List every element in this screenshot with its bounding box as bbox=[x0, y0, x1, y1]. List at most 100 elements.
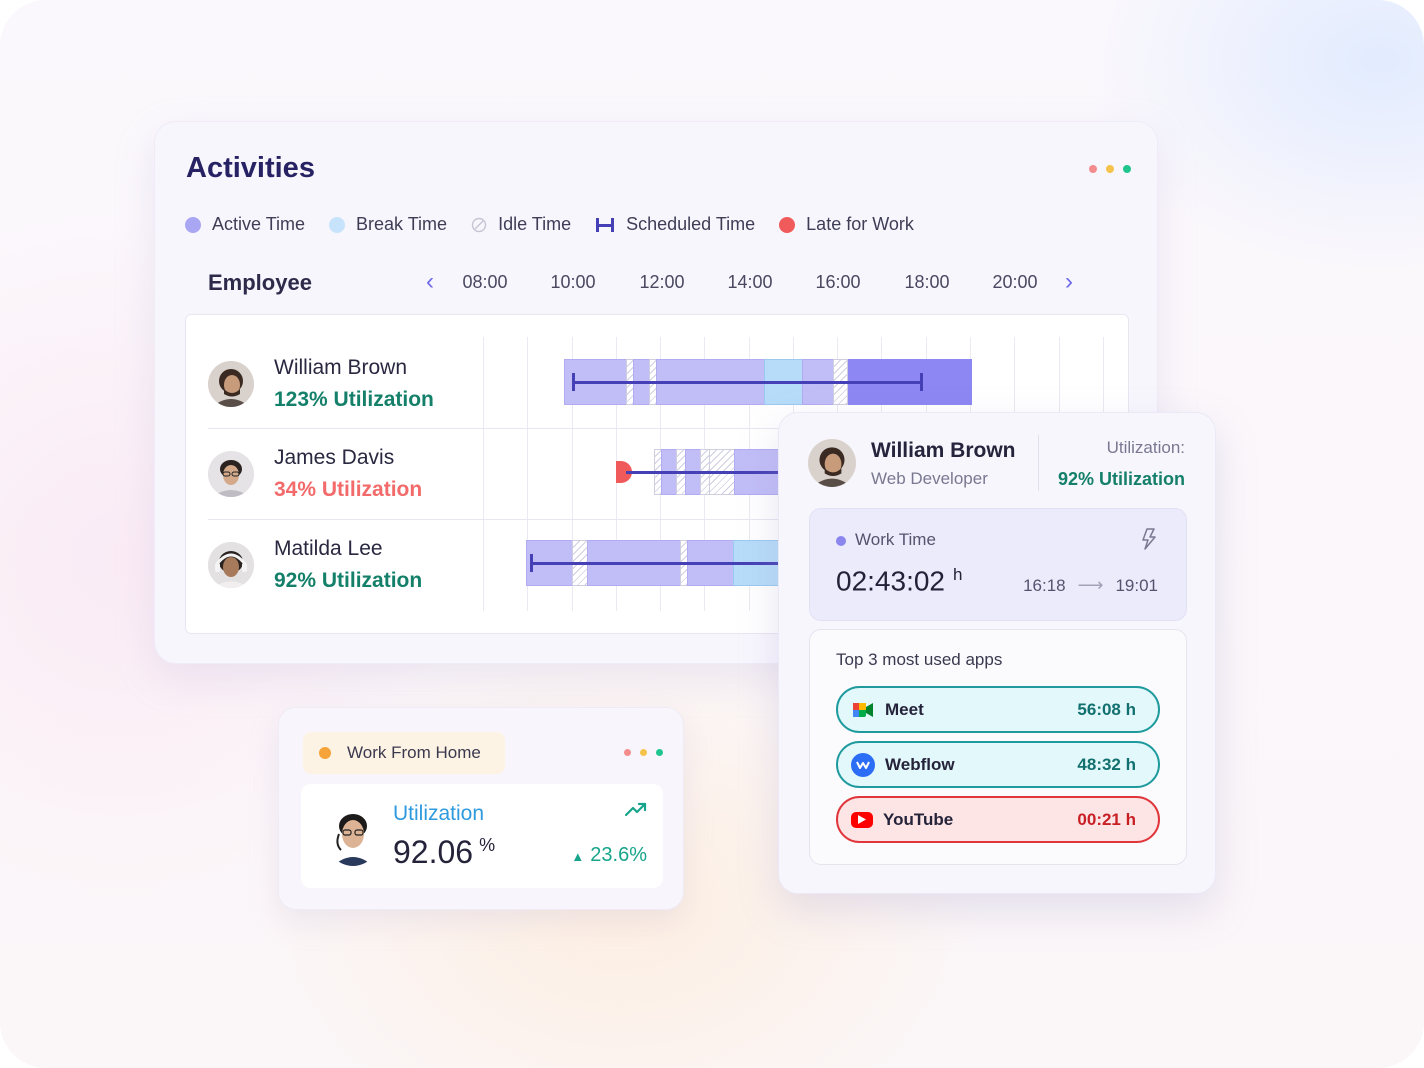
avatar bbox=[208, 542, 254, 588]
avatar bbox=[808, 439, 856, 487]
range-end: 19:01 bbox=[1115, 575, 1158, 595]
chevron-left-icon[interactable]: ‹ bbox=[426, 268, 434, 296]
work-time-value: 02:43:02 h bbox=[836, 565, 962, 597]
legend-label: Scheduled Time bbox=[626, 214, 756, 234]
timeline-header: Employee ‹ 08:00 10:00 12:00 14:00 16:00… bbox=[208, 268, 1088, 298]
bolt-icon bbox=[1142, 528, 1156, 550]
top-apps-title: Top 3 most used apps bbox=[836, 650, 1003, 669]
scheduled-time-start bbox=[530, 554, 533, 572]
legend: Active Time Break Time Idle Time Schedul… bbox=[185, 214, 914, 235]
avatar bbox=[325, 804, 381, 866]
chevron-right-icon[interactable]: › bbox=[1065, 268, 1073, 296]
legend-label: Active Time bbox=[212, 214, 306, 234]
app-time: 56:08 h bbox=[1077, 699, 1136, 719]
app-name: YouTube bbox=[883, 809, 954, 829]
work-time-panel: Work Time 02:43:02 h 16:18 ⟶ 19:01 bbox=[809, 508, 1187, 621]
scheduled-time-line bbox=[530, 562, 794, 565]
legend-label: Break Time bbox=[356, 214, 448, 234]
delta-value: 23.6% bbox=[590, 844, 647, 866]
app-time: 00:21 h bbox=[1077, 809, 1136, 829]
app-item-webflow[interactable]: Webflow 48:32 h bbox=[836, 741, 1160, 788]
utilization-unit: % bbox=[479, 835, 496, 856]
grid-line bbox=[483, 337, 484, 611]
scheduled-time-line bbox=[626, 471, 796, 474]
youtube-icon bbox=[851, 811, 873, 828]
meet-icon bbox=[851, 698, 875, 722]
activities-title: Activities bbox=[186, 152, 315, 184]
work-time-range: 16:18 ⟶ 19:01 bbox=[1023, 575, 1158, 596]
break-time-dot-icon bbox=[329, 216, 346, 233]
range-start: 16:18 bbox=[1023, 575, 1066, 595]
avatar bbox=[208, 451, 254, 497]
work-from-home-card: Work From Home Utilization 92.06% ▲ 23.6… bbox=[278, 707, 684, 910]
app-name: Meet bbox=[885, 699, 924, 719]
legend-idle-time: Idle Time bbox=[471, 214, 571, 235]
divider bbox=[1038, 435, 1039, 491]
app-time: 48:32 h bbox=[1077, 754, 1136, 774]
employee-column-header: Employee bbox=[208, 270, 312, 295]
utilization-delta: ▲ 23.6% bbox=[571, 844, 647, 867]
active-time-dot-icon bbox=[185, 216, 201, 233]
idle-time-icon bbox=[471, 217, 487, 232]
time-label-1400: 14:00 bbox=[727, 272, 773, 292]
employee-row-matilda-lee[interactable]: Matilda Lee 92% Utilization bbox=[208, 533, 468, 593]
app-name: Webflow bbox=[885, 754, 955, 774]
utilization-value: 92.06% bbox=[393, 834, 495, 871]
time-label-2000: 20:00 bbox=[992, 272, 1038, 292]
scheduled-time-start bbox=[572, 373, 575, 391]
legend-break-time: Break Time bbox=[329, 214, 447, 235]
menu-dot-red bbox=[1089, 165, 1097, 173]
employee-name: Matilda Lee bbox=[274, 537, 383, 560]
work-time-label: Work Time bbox=[855, 530, 936, 549]
work-time-unit: h bbox=[953, 565, 963, 584]
work-from-home-tag: Work From Home bbox=[303, 732, 505, 774]
utilization-label: Utilization bbox=[393, 802, 485, 825]
late-for-work-dot-icon bbox=[779, 216, 796, 233]
legend-label: Late for Work bbox=[806, 214, 914, 234]
menu-dot-yellow bbox=[1106, 165, 1114, 173]
legend-scheduled-time: Scheduled Time bbox=[595, 214, 755, 235]
utilization-summary: Utilization 92.06% ▲ 23.6% bbox=[301, 784, 663, 888]
wfh-menu-button[interactable] bbox=[624, 749, 663, 756]
menu-dot-yellow bbox=[640, 749, 647, 756]
time-label-1800: 18:00 bbox=[904, 272, 950, 292]
triangle-up-icon: ▲ bbox=[571, 849, 585, 864]
menu-dot-red bbox=[624, 749, 631, 756]
work-from-home-label: Work From Home bbox=[347, 743, 481, 762]
scheduled-time-icon bbox=[596, 217, 615, 232]
utilization-number: 92.06 bbox=[393, 834, 474, 870]
app-item-youtube[interactable]: YouTube 00:21 h bbox=[836, 796, 1160, 843]
arrow-right-icon: ⟶ bbox=[1077, 575, 1104, 595]
time-label-0800: 08:00 bbox=[462, 272, 508, 292]
webflow-icon bbox=[851, 752, 875, 777]
time-label-1600: 16:00 bbox=[815, 272, 861, 292]
legend-label: Idle Time bbox=[498, 214, 572, 234]
detail-employee-name: William Brown bbox=[871, 439, 1016, 462]
employee-row-william-brown[interactable]: William Brown 123% Utilization bbox=[208, 352, 468, 412]
employee-row-james-davis[interactable]: James Davis 34% Utilization bbox=[208, 442, 468, 502]
detail-employee-role: Web Developer bbox=[871, 469, 988, 488]
work-time-dot-icon bbox=[836, 536, 846, 546]
employee-name: William Brown bbox=[274, 356, 408, 379]
avatar bbox=[208, 361, 254, 407]
work-time-number: 02:43:02 bbox=[836, 565, 945, 597]
detail-utilization-value: 92% Utilization bbox=[1057, 469, 1185, 489]
employee-detail-card: William Brown Web Developer Utilization:… bbox=[778, 412, 1216, 894]
top-apps-panel: Top 3 most used apps Meet 56:08 h Webflo… bbox=[809, 629, 1187, 865]
employee-utilization: 34% Utilization bbox=[274, 478, 423, 501]
app-item-meet[interactable]: Meet 56:08 h bbox=[836, 686, 1160, 733]
employee-name: James Davis bbox=[274, 446, 395, 469]
menu-dot-green bbox=[1123, 165, 1131, 173]
legend-late-for-work: Late for Work bbox=[779, 214, 914, 235]
detail-utilization-label: Utilization: bbox=[1106, 438, 1185, 457]
status-dot-icon bbox=[319, 747, 331, 759]
trending-up-icon bbox=[625, 802, 647, 817]
activities-menu-button[interactable] bbox=[1089, 165, 1131, 173]
time-label-1200: 12:00 bbox=[639, 272, 685, 292]
menu-dot-green bbox=[656, 749, 663, 756]
employee-utilization: 123% Utilization bbox=[274, 388, 434, 411]
legend-active-time: Active Time bbox=[185, 214, 305, 235]
scheduled-time-end bbox=[920, 373, 923, 391]
employee-utilization: 92% Utilization bbox=[274, 569, 423, 592]
time-label-1000: 10:00 bbox=[550, 272, 596, 292]
